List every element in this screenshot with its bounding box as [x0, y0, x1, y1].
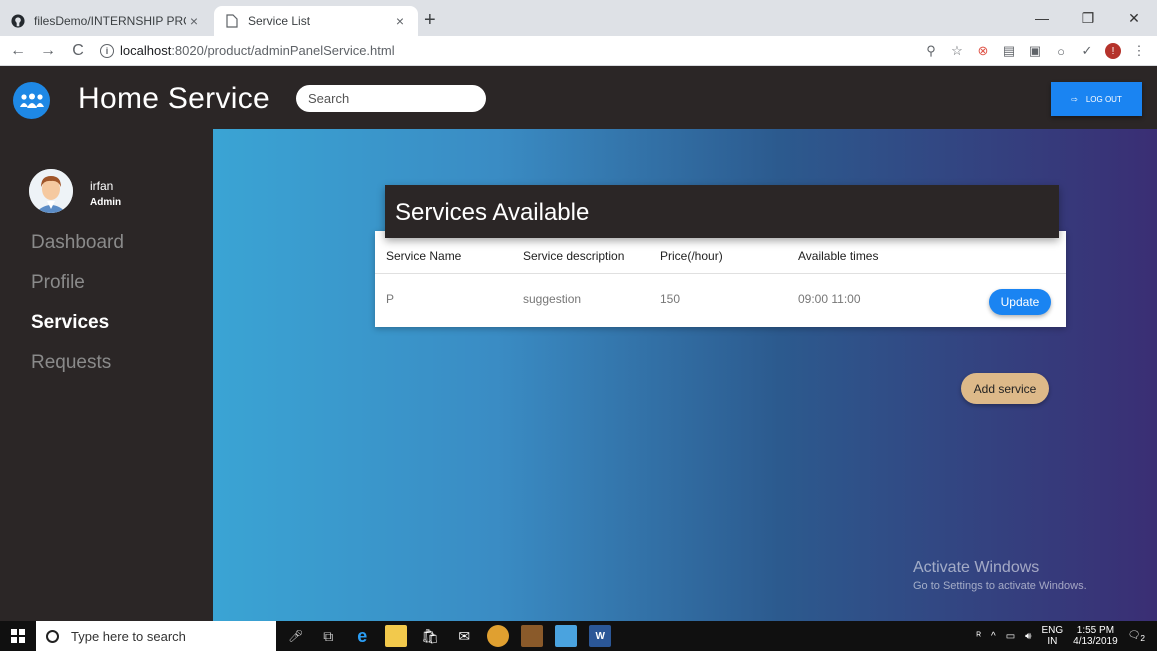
- address-bar: ← → C i localhost:8020/product/adminPane…: [0, 36, 1157, 66]
- lang-top: ENG: [1041, 625, 1064, 636]
- url-field[interactable]: i localhost:8020/product/adminPanelServi…: [100, 43, 395, 58]
- add-service-button[interactable]: Add service: [961, 373, 1049, 404]
- tab-github[interactable]: filesDemo/INTERNSHIP PROJECT ×: [0, 6, 212, 36]
- cell-times: 09:00 11:00: [798, 292, 861, 306]
- clock[interactable]: 1:55 PM 4/13/2019: [1073, 625, 1118, 647]
- bookmark-star-icon[interactable]: ☆: [949, 43, 965, 59]
- taskbar-search[interactable]: Type here to search: [36, 621, 276, 651]
- mail-icon[interactable]: ✉: [453, 625, 475, 647]
- column-header-description: Service description: [523, 249, 625, 263]
- tab-title: Service List: [248, 14, 311, 28]
- edge-icon[interactable]: e: [351, 625, 373, 647]
- sidebar-item-requests[interactable]: Requests: [31, 352, 111, 374]
- reload-button[interactable]: C: [66, 39, 90, 63]
- notification-icon[interactable]: 🗨︎2: [1128, 630, 1145, 643]
- restore-button[interactable]: ❐: [1065, 0, 1111, 36]
- logout-label: LOG OUT: [1085, 94, 1122, 104]
- network-icon[interactable]: ▭: [1006, 631, 1015, 642]
- table-divider: [375, 273, 1066, 274]
- sidebar-item-services[interactable]: Services: [31, 312, 109, 334]
- minimize-button[interactable]: —: [1019, 0, 1065, 36]
- app-header: Home Service: [0, 66, 1157, 129]
- logout-icon: ⇨: [1071, 94, 1078, 104]
- windows-start-icon[interactable]: [0, 621, 36, 651]
- watermark-subtitle: Go to Settings to activate Windows.: [913, 580, 1087, 592]
- github-icon: [10, 13, 26, 29]
- services-card: [375, 231, 1066, 327]
- browser-tab-bar: filesDemo/INTERNSHIP PROJECT × Service L…: [0, 0, 1157, 36]
- page-icon: [224, 13, 240, 29]
- language-indicator[interactable]: ENG IN: [1041, 625, 1063, 647]
- clock-time: 1:55 PM: [1076, 625, 1115, 636]
- watermark-title: Activate Windows: [913, 559, 1040, 576]
- tab-close-icon[interactable]: ×: [186, 13, 202, 29]
- sidebar-item-dashboard[interactable]: Dashboard: [31, 232, 124, 254]
- column-header-times: Available times: [798, 249, 879, 263]
- game-icon[interactable]: [521, 625, 544, 647]
- activate-windows-watermark: Activate Windows Go to Settings to activ…: [913, 559, 1087, 592]
- logout-button[interactable]: ⇨ LOG OUT: [1051, 82, 1142, 116]
- update-button[interactable]: Update: [989, 289, 1051, 315]
- extension-icons: ⚲ ☆ ⊗ ▤ ▣ ○ ✓ ! ⋮: [923, 36, 1147, 66]
- services-title: Services Available: [395, 199, 590, 226]
- url-path: :8020/product/adminPanelService.html: [171, 43, 395, 58]
- window-controls: — ❐ ✕: [1019, 0, 1157, 36]
- services-card-header: Services Available: [385, 185, 1059, 238]
- lang-bottom: IN: [1047, 636, 1058, 647]
- taskbar: Type here to search 🎤︎ ⧉ e 🛍︎ ✉ W ᴿ ^ ▭ …: [0, 621, 1157, 651]
- extension-clip-icon[interactable]: ▤: [1001, 43, 1017, 59]
- taskbar-search-placeholder: Type here to search: [71, 628, 186, 644]
- url-host: localhost: [120, 43, 172, 58]
- user-name: irfan: [90, 179, 114, 193]
- cortana-icon: [46, 629, 59, 643]
- users-logo-icon: [13, 82, 50, 119]
- sidebar: irfan Admin Dashboard Profile Services R…: [0, 129, 213, 621]
- back-button[interactable]: ←: [6, 39, 30, 63]
- cell-price: 150: [660, 292, 681, 306]
- file-explorer-icon[interactable]: [385, 625, 408, 647]
- extension-check-icon[interactable]: ✓: [1079, 43, 1095, 59]
- column-header-price: Price(/hour): [660, 249, 723, 263]
- tab-title: filesDemo/INTERNSHIP PROJECT: [34, 14, 186, 28]
- volume-icon[interactable]: 🔊︎: [1025, 631, 1031, 642]
- info-icon[interactable]: i: [100, 43, 114, 58]
- extension-selenium-icon[interactable]: ▣: [1027, 43, 1043, 59]
- main-content: Services Available Service Name Service …: [213, 129, 1157, 621]
- forward-button[interactable]: →: [36, 39, 60, 63]
- close-window-button[interactable]: ✕: [1111, 0, 1157, 36]
- taskbar-apps: ⧉ e 🛍︎ ✉ W: [317, 625, 612, 647]
- word-icon[interactable]: W: [589, 625, 612, 647]
- extension-circle-icon[interactable]: ○: [1053, 43, 1069, 59]
- search-input[interactable]: [308, 91, 484, 106]
- app-title: Home Service: [78, 82, 270, 115]
- tab-close-icon[interactable]: ×: [392, 13, 408, 29]
- avatar: [29, 169, 73, 213]
- notification-count: 2: [1140, 632, 1145, 643]
- zoom-icon[interactable]: ⚲: [923, 43, 939, 59]
- new-tab-button[interactable]: +: [424, 10, 436, 30]
- sidebar-item-profile[interactable]: Profile: [31, 272, 85, 294]
- profile-avatar-icon[interactable]: !: [1105, 43, 1121, 59]
- clock-date: 4/13/2019: [1073, 636, 1118, 647]
- column-header-service-name: Service Name: [386, 249, 462, 263]
- extension-red-icon[interactable]: ⊗: [975, 43, 991, 59]
- microphone-icon[interactable]: 🎤︎: [288, 629, 303, 643]
- user-role: Admin: [90, 197, 122, 208]
- search-box: [296, 85, 486, 112]
- photos-icon[interactable]: [555, 625, 578, 647]
- tab-service-list[interactable]: Service List ×: [214, 6, 418, 36]
- system-tray: ᴿ ^ ▭ 🔊︎ ENG IN 1:55 PM 4/13/2019 🗨︎2: [977, 621, 1146, 651]
- cell-description: suggestion: [523, 292, 582, 306]
- people-icon[interactable]: ᴿ: [977, 631, 982, 642]
- task-view-icon[interactable]: ⧉: [317, 625, 339, 647]
- chevron-up-icon[interactable]: ^: [991, 631, 996, 642]
- menu-dots-icon[interactable]: ⋮: [1131, 43, 1147, 59]
- chrome-icon[interactable]: [487, 625, 510, 647]
- store-icon[interactable]: 🛍︎: [419, 625, 441, 647]
- cell-service-name: P: [386, 292, 395, 306]
